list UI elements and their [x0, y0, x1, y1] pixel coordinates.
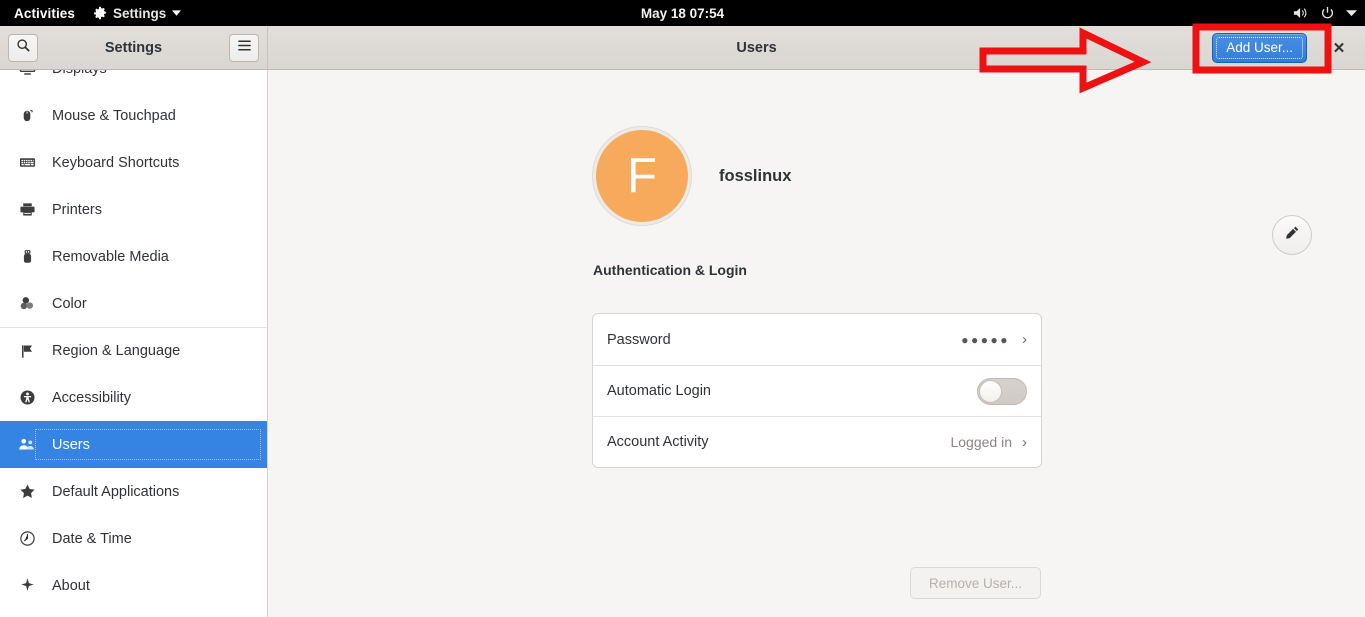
- remove-user-button[interactable]: Remove User...: [910, 567, 1041, 599]
- sidebar-item-date-time[interactable]: Date & Time: [0, 515, 267, 562]
- app-menu-label: Settings: [113, 6, 166, 21]
- user-name: fosslinux: [719, 167, 791, 186]
- users-panel: F fosslinux Authentication & Login Passw…: [268, 70, 1365, 617]
- activities-button[interactable]: Activities: [0, 6, 85, 21]
- users-icon: [18, 436, 36, 454]
- sidebar-item-label: Printers: [52, 202, 102, 218]
- sidebar-item-displays[interactable]: Displays: [0, 70, 267, 92]
- gear-icon: [93, 6, 107, 20]
- flag-icon: [18, 342, 36, 360]
- chevron-down-icon: [172, 10, 181, 17]
- power-icon[interactable]: [1320, 6, 1335, 21]
- sidebar-header: Settings: [0, 26, 268, 69]
- hamburger-menu-icon: [237, 39, 252, 57]
- sidebar-item-printers[interactable]: Printers: [0, 186, 267, 233]
- sidebar-item-label: Region & Language: [52, 343, 180, 359]
- avatar-initial: F: [627, 152, 657, 201]
- printer-icon: [18, 201, 36, 219]
- sidebar-item-keyboard-shortcuts[interactable]: Keyboard Shortcuts: [0, 139, 267, 186]
- sparkle-icon: [18, 577, 36, 595]
- account-activity-row[interactable]: Account Activity Logged in ›: [593, 416, 1041, 467]
- sidebar-item-label: Default Applications: [52, 484, 179, 500]
- pencil-icon: [1284, 225, 1300, 246]
- search-button[interactable]: [8, 34, 38, 62]
- mouse-icon: [18, 107, 36, 125]
- password-value: ●●●●●: [961, 333, 1010, 347]
- volume-icon[interactable]: [1293, 6, 1309, 20]
- color-circles-icon: [18, 295, 36, 313]
- accessibility-icon: [18, 389, 36, 407]
- sidebar-item-default-applications[interactable]: Default Applications: [0, 468, 267, 515]
- chevron-right-icon: ›: [1022, 435, 1027, 450]
- clock-icon: [18, 530, 36, 548]
- app-menu-button[interactable]: Settings: [85, 6, 189, 21]
- window-header-bar: Settings Users Add User... ✕: [0, 26, 1365, 70]
- add-user-label: Add User...: [1226, 40, 1293, 55]
- content-header: Users Add User... ✕: [268, 26, 1365, 69]
- gnome-top-bar: Activities Settings May 18 07:54: [0, 0, 1365, 26]
- sidebar-item-label: Displays: [52, 70, 107, 77]
- system-status-area[interactable]: [1293, 6, 1357, 21]
- password-row[interactable]: Password ●●●●● ›: [593, 314, 1041, 365]
- sidebar-item-label: Mouse & Touchpad: [52, 108, 176, 124]
- sidebar-item-accessibility[interactable]: Accessibility: [0, 374, 267, 421]
- authentication-card: Password ●●●●● › Automatic Login Account…: [592, 313, 1042, 468]
- sidebar-item-label: Color: [52, 296, 87, 312]
- sidebar-item-region-language[interactable]: Region & Language: [0, 327, 267, 374]
- main-menu-button[interactable]: [229, 34, 259, 62]
- chevron-right-icon: ›: [1022, 332, 1027, 347]
- clock: May 18 07:54: [0, 6, 1365, 21]
- toggle-knob: [979, 380, 1002, 403]
- usb-drive-icon: [18, 248, 36, 266]
- sidebar-item-label: Removable Media: [52, 249, 169, 265]
- close-window-button[interactable]: ✕: [1325, 34, 1353, 62]
- sidebar-item-users[interactable]: Users: [0, 421, 267, 468]
- account-activity-value: Logged in: [950, 434, 1012, 450]
- sidebar-item-color[interactable]: Color: [0, 280, 267, 327]
- chevron-down-icon[interactable]: [1346, 10, 1357, 17]
- automatic-login-toggle[interactable]: [977, 378, 1027, 405]
- account-activity-label: Account Activity: [607, 434, 709, 450]
- authentication-section-label: Authentication & Login: [593, 262, 747, 278]
- display-icon: [18, 70, 36, 78]
- sidebar-item-label: Accessibility: [52, 390, 131, 406]
- sidebar-item-label: About: [52, 578, 90, 594]
- sidebar-list: Displays Mouse & Touchpad: [0, 70, 267, 609]
- search-icon: [16, 38, 31, 58]
- close-icon: ✕: [1333, 39, 1346, 57]
- password-label: Password: [607, 332, 671, 348]
- settings-window: Settings Users Add User... ✕: [0, 26, 1365, 617]
- remove-user-label: Remove User...: [929, 576, 1022, 591]
- sidebar-item-label: Keyboard Shortcuts: [52, 155, 179, 171]
- avatar[interactable]: F: [593, 127, 691, 225]
- sidebar-title: Settings: [0, 40, 267, 56]
- sidebar-item-removable-media[interactable]: Removable Media: [0, 233, 267, 280]
- add-user-button[interactable]: Add User...: [1212, 33, 1307, 63]
- automatic-login-row[interactable]: Automatic Login: [593, 365, 1041, 416]
- sidebar-item-about[interactable]: About: [0, 562, 267, 609]
- settings-sidebar[interactable]: Displays Mouse & Touchpad: [0, 70, 268, 617]
- sidebar-item-label: Date & Time: [52, 531, 132, 547]
- edit-user-button[interactable]: [1272, 215, 1312, 255]
- user-summary: F fosslinux: [593, 127, 791, 225]
- star-icon: [18, 483, 36, 501]
- sidebar-item-label: Users: [52, 437, 90, 453]
- automatic-login-label: Automatic Login: [607, 383, 711, 399]
- sidebar-item-mouse-touchpad[interactable]: Mouse & Touchpad: [0, 92, 267, 139]
- page-title: Users: [268, 40, 1245, 56]
- keyboard-icon: [18, 154, 36, 172]
